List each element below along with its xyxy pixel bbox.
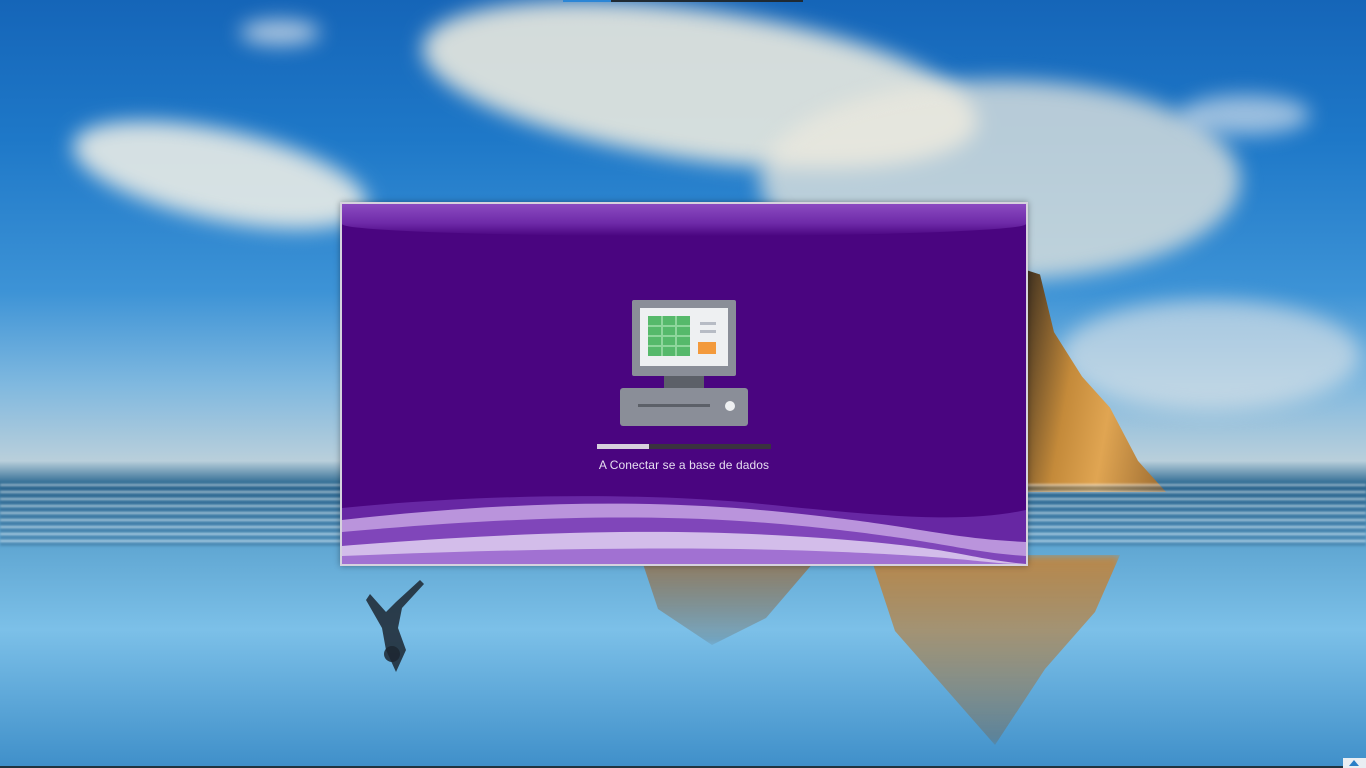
splash-footer-waves — [342, 496, 1026, 564]
cloud — [240, 20, 320, 45]
splash-window: A Conectar se a base de dados — [340, 202, 1028, 566]
pos-terminal-icon — [620, 300, 748, 426]
chevron-up-icon[interactable] — [1343, 758, 1366, 768]
rock-reflection — [640, 555, 820, 645]
splash-header-gloss — [342, 204, 1026, 236]
status-text: A Conectar se a base de dados — [598, 458, 770, 472]
cloud — [1060, 300, 1360, 410]
loading-progress-bar — [597, 444, 771, 449]
cliff-reflection — [870, 555, 1120, 745]
top-progress-fill — [563, 0, 611, 2]
cloud — [1180, 95, 1310, 135]
top-progress-indicator — [563, 0, 803, 2]
person-reflection — [366, 580, 424, 672]
desktop-wallpaper: A Conectar se a base de dados — [0, 0, 1366, 768]
cloud — [63, 99, 377, 251]
loading-progress-fill — [597, 444, 650, 449]
